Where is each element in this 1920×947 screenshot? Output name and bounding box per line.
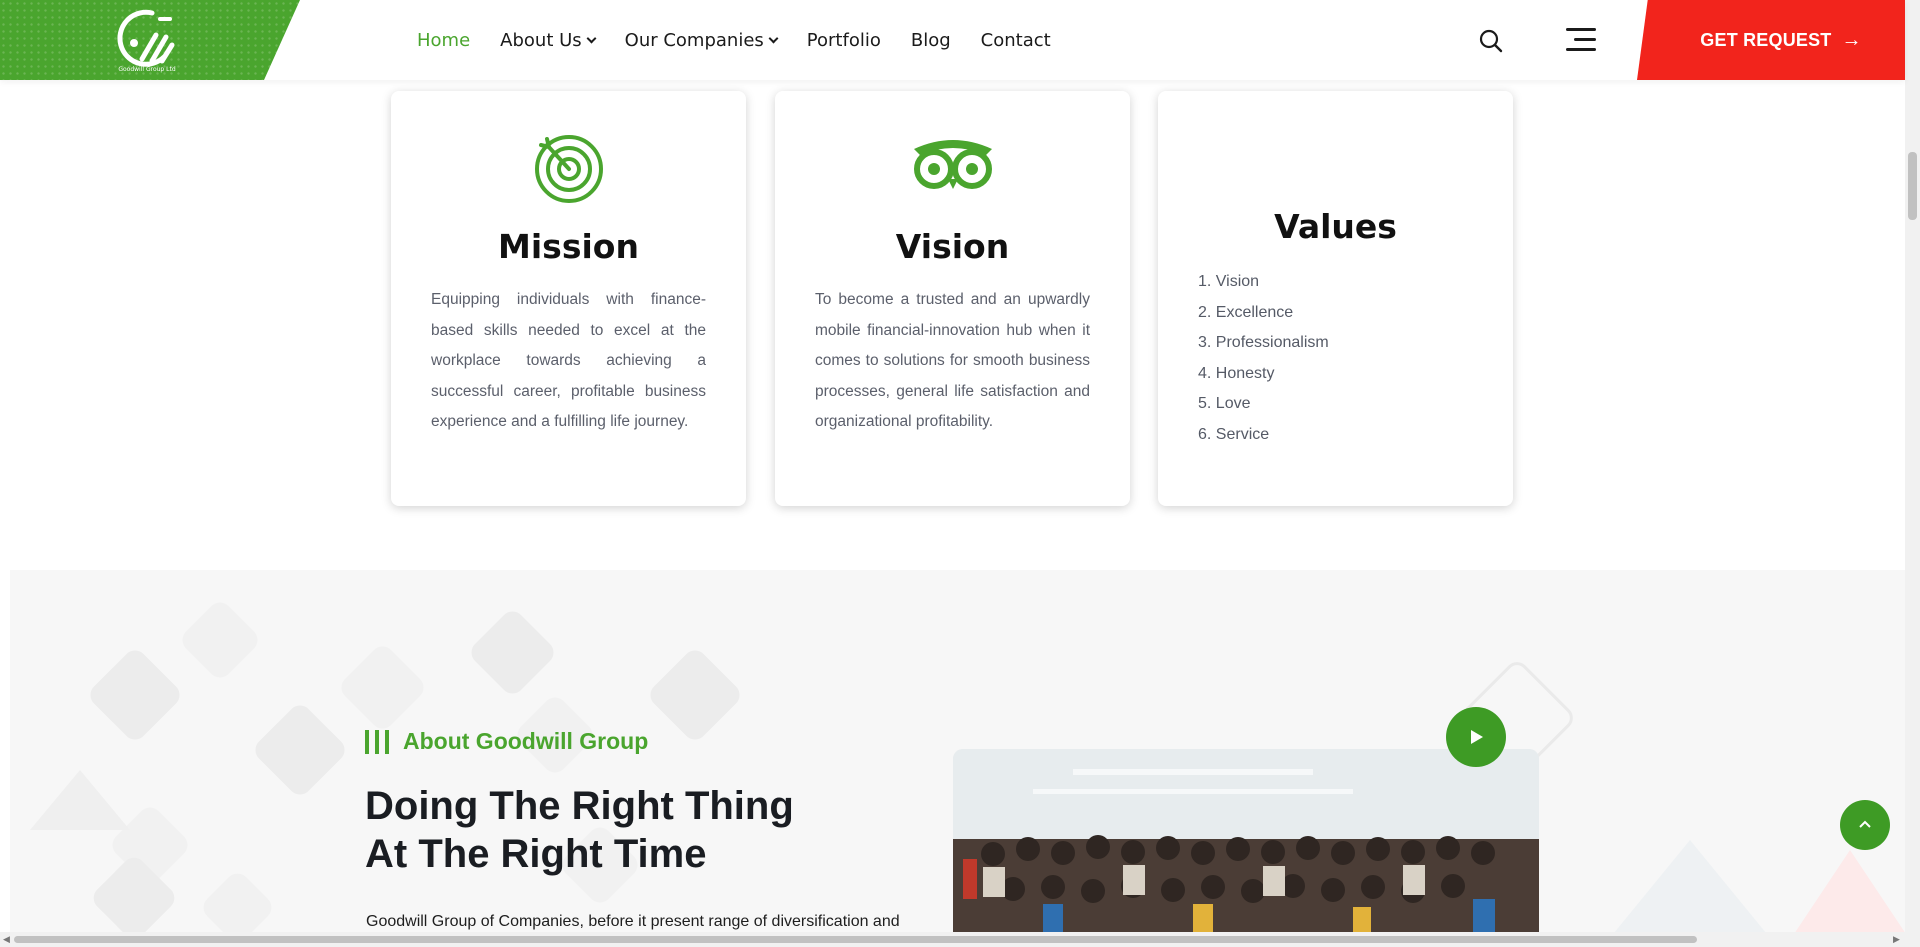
chevron-down-icon — [768, 33, 779, 43]
nav-about-us[interactable]: About Us — [500, 29, 597, 51]
nav-blog[interactable]: Blog — [911, 30, 951, 51]
nav-portfolio-label: Portfolio — [806, 29, 881, 51]
about-tag-label: About Goodwill Group — [403, 728, 649, 754]
mission-title: Mission — [498, 227, 639, 266]
get-request-label: GET REQUEST — [1700, 29, 1832, 50]
site-header: Goodwill Group Ltd Home About Us Our Com… — [0, 0, 1905, 80]
nav-contact[interactable]: Contact — [981, 30, 1051, 51]
scroll-right-icon[interactable]: ▶ — [1893, 934, 1900, 945]
list-item: 4. Honesty — [1198, 364, 1275, 382]
get-request-button[interactable]: GET REQUEST → — [1637, 0, 1905, 80]
list-item: 6. Service — [1198, 425, 1270, 443]
logo-text: Goodwill Group Ltd — [118, 66, 176, 73]
logo-icon — [117, 9, 175, 67]
vision-text: To become a trusted and an upwardly mobi… — [815, 291, 1090, 430]
bars-icon — [365, 729, 389, 754]
horizontal-scrollbar[interactable]: ◀ ▶ — [0, 932, 1905, 947]
arrow-right-icon: → — [1841, 28, 1862, 51]
nav-home[interactable]: Home — [417, 30, 470, 51]
logo[interactable]: Goodwill Group Ltd — [0, 0, 300, 80]
list-item: 5. Love — [1198, 395, 1251, 412]
search-icon[interactable] — [1478, 28, 1504, 54]
mission-text: Equipping individuals with finance-based… — [431, 291, 706, 430]
nav-blog-label: Blog — [910, 29, 951, 51]
decor-shape — [466, 606, 559, 699]
list-item: 2. Excellence — [1198, 303, 1294, 321]
nav-home-label: Home — [417, 29, 471, 51]
chevron-down-icon — [586, 33, 597, 43]
nav-about-us-label: About Us — [500, 29, 582, 51]
mission-card: Mission Equipping individuals with finan… — [391, 91, 746, 506]
owl-eyes-icon — [913, 140, 992, 189]
decor-shape — [336, 641, 429, 734]
decor-shape — [30, 770, 130, 830]
decor-shape — [85, 645, 185, 745]
values-list: 1. Vision 2. Excellence 3. Professionali… — [1198, 267, 1329, 450]
about-text: Goodwill Group of Companies, before it p… — [366, 913, 900, 930]
vision-card: Vision To become a trusted and an upward… — [775, 91, 1130, 506]
values-title: Values — [1274, 207, 1397, 246]
list-item: 1. Vision — [1198, 273, 1260, 290]
nav-our-companies[interactable]: Our Companies — [624, 29, 779, 51]
vertical-scrollbar-thumb[interactable] — [1908, 152, 1917, 220]
nav-portfolio[interactable]: Portfolio — [807, 30, 881, 51]
decor-shape — [1790, 850, 1905, 940]
decor-shape — [250, 700, 350, 800]
play-video-button[interactable] — [1446, 707, 1506, 767]
target-icon — [534, 135, 603, 203]
vision-title: Vision — [895, 227, 1010, 266]
hamburger-menu-icon[interactable] — [1566, 28, 1596, 52]
group-photo — [953, 749, 1539, 947]
list-item: 3. Professionalism — [1198, 334, 1329, 351]
nav-our-companies-label: Our Companies — [624, 29, 764, 51]
values-card: Values 1. Vision 2. Excellence 3. Profes… — [1158, 91, 1513, 506]
group-photo-image — [953, 749, 1539, 947]
about-tag: About Goodwill Group — [365, 728, 648, 755]
scroll-to-top-button[interactable] — [1840, 800, 1890, 850]
main-nav: Home About Us Our Companies Portfolio Bl… — [417, 0, 1081, 80]
nav-contact-label: Contact — [980, 29, 1051, 51]
vertical-scrollbar[interactable] — [1905, 0, 1920, 947]
about-heading: Doing The Right Thing At The Right Time — [365, 784, 794, 876]
chevron-up-icon — [1859, 820, 1871, 828]
scroll-left-icon[interactable]: ◀ — [3, 934, 10, 945]
decor-shape — [1600, 840, 1780, 947]
horizontal-scrollbar-thumb[interactable] — [14, 936, 1697, 943]
decor-shape — [645, 645, 745, 745]
play-icon — [1471, 730, 1483, 744]
decor-shape — [177, 597, 263, 683]
